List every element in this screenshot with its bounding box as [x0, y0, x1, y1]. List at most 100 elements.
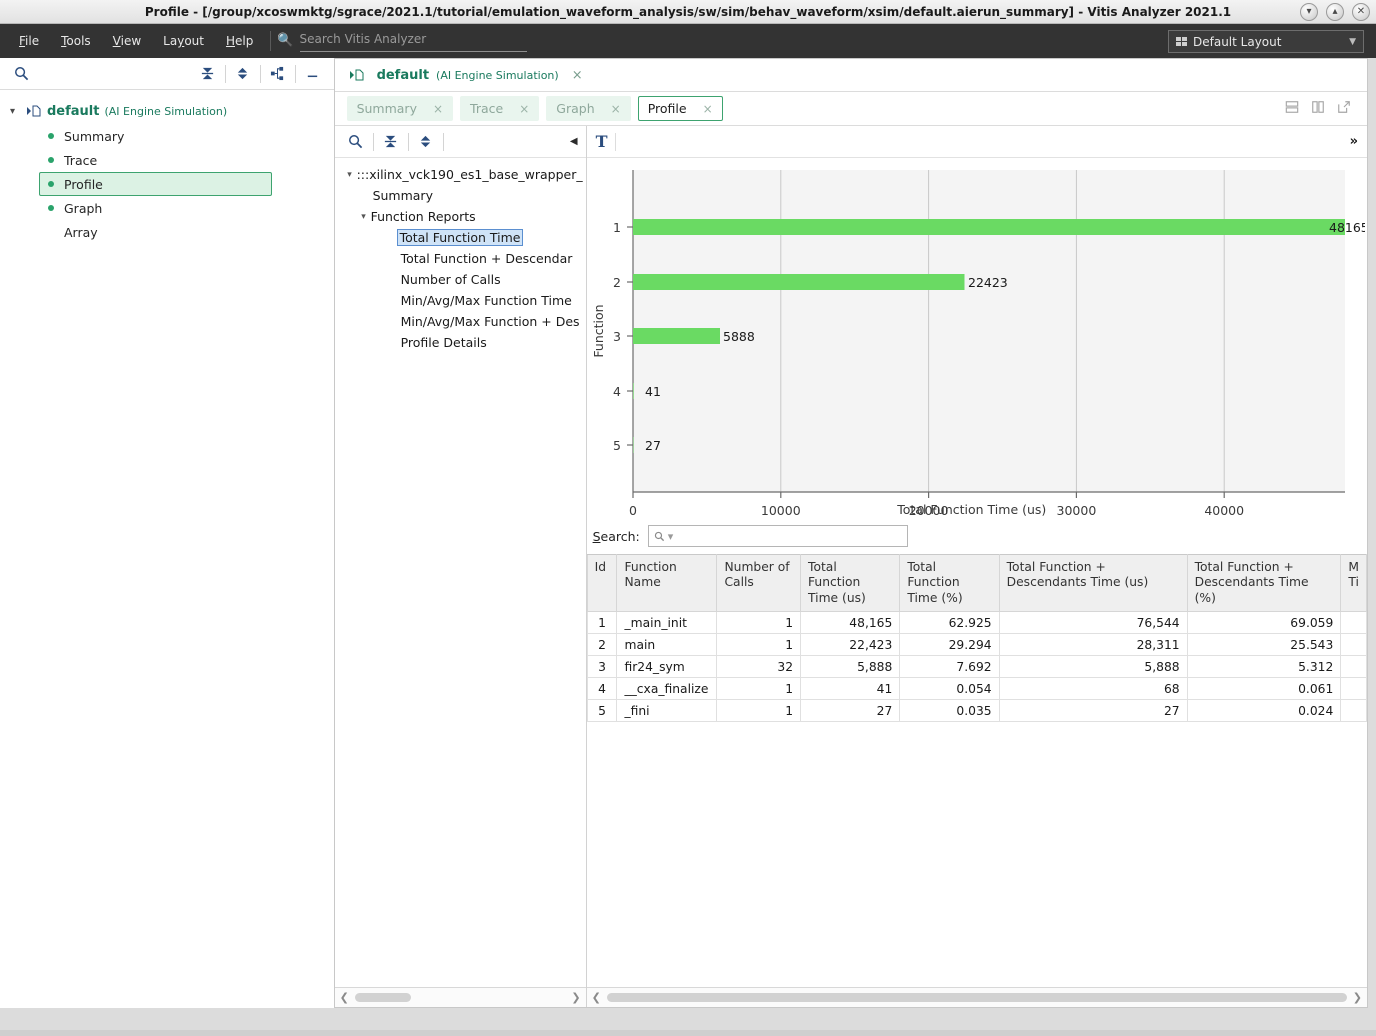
bar-3[interactable] [632, 328, 720, 344]
bullet-icon [48, 157, 54, 163]
expand-collapse-icon[interactable] [413, 130, 439, 154]
collapse-all-icon[interactable] [195, 62, 221, 86]
bar-label-3: 5888 [723, 329, 755, 344]
search-input[interactable]: Search Vitis Analyzer [299, 29, 528, 52]
tab-graph[interactable]: Graph × [546, 96, 631, 121]
chevron-down-icon[interactable]: ▾ [10, 106, 26, 117]
chevron-down-icon[interactable]: ▾ [343, 170, 357, 180]
split-vertical-icon[interactable] [1311, 100, 1325, 117]
profile-table: Id Function Name Number of Calls Total Fun… [586, 554, 1367, 723]
tree-node-summary[interactable]: Summary [335, 185, 586, 206]
close-button[interactable]: ✕ [1352, 3, 1370, 21]
layout-grid-icon [1176, 37, 1187, 46]
table-hscrollbar[interactable]: ❮ ❯ [586, 987, 1367, 1007]
layout-selector[interactable]: Default Layout ▼ [1168, 30, 1364, 53]
cell-tfd-pct: 25.543 [1186, 633, 1342, 657]
close-icon[interactable]: × [611, 102, 621, 116]
xtick-0: 0 [629, 503, 637, 518]
tree-node-function-reports[interactable]: ▾ Function Reports [335, 206, 586, 227]
hierarchy-icon[interactable] [265, 62, 291, 86]
tree-node-min-avg-max-function-time[interactable]: Min/Avg/Max Function Time [335, 290, 586, 311]
xtick-3: 30000 [1056, 503, 1096, 518]
sidebar-item-array[interactable]: Array [40, 220, 273, 244]
document-tab-default[interactable]: default (AI Engine Simulation) × [349, 68, 583, 83]
close-icon[interactable]: × [703, 102, 713, 116]
global-search[interactable]: 🔍 Search Vitis Analyzer [277, 29, 528, 54]
tab-summary[interactable]: Summary × [346, 96, 454, 121]
tab-trace[interactable]: Trace × [460, 96, 540, 121]
menu-view[interactable]: View [102, 29, 152, 53]
table-row[interactable]: 2 main 1 22,423 29.294 28,311 25.543 [586, 633, 1367, 657]
close-icon[interactable]: × [572, 68, 583, 83]
col-id[interactable]: Id [586, 554, 618, 613]
minimize-panel-icon[interactable] [300, 62, 326, 86]
table-row[interactable]: 5 _fini 1 27 0.035 27 0.024 [586, 699, 1367, 723]
cell-tft-pct: 7.692 [899, 655, 1000, 679]
menu-tools[interactable]: Tools [50, 29, 102, 53]
col-partial[interactable]: M Ti [1340, 554, 1367, 613]
col-number-of-calls[interactable]: Number of Calls [716, 554, 802, 613]
sidebar-item-trace[interactable]: Trace [40, 148, 273, 172]
bar-4[interactable] [632, 383, 634, 399]
sidebar-item-profile[interactable]: Profile [39, 172, 272, 196]
search-icon[interactable] [343, 130, 369, 154]
col-total-function-time-us[interactable]: Total Function Time (us) [800, 554, 901, 613]
col-total-function-descendants-us[interactable]: Total Function + Descendants Time (us) [998, 554, 1188, 613]
cell-tfd-us: 27 [998, 699, 1188, 723]
menu-help[interactable]: Help [215, 29, 264, 53]
title-bar: Profile - [/group/xcoswmktg/sgrace/2021.… [0, 0, 1376, 24]
tree-node-profile-details[interactable]: Profile Details [335, 332, 586, 353]
tree-node-root[interactable]: ▾ :::xilinx_vck190_es1_base_wrapper_ [335, 164, 586, 185]
tab-label: Trace [470, 101, 504, 116]
maximize-button[interactable]: ▴ [1326, 3, 1344, 21]
scroll-track[interactable] [349, 993, 572, 1002]
expand-collapse-icon[interactable] [230, 62, 256, 86]
bar-1[interactable] [632, 219, 1345, 235]
sidebar-item-label: Summary [64, 128, 125, 144]
overflow-icon[interactable]: » [1350, 134, 1358, 149]
cell-calls: 1 [716, 677, 802, 701]
close-icon[interactable]: × [433, 102, 443, 116]
scroll-right-icon[interactable]: ❯ [1353, 991, 1362, 1004]
scroll-left-icon[interactable]: ❮ [592, 991, 601, 1004]
close-icon[interactable]: × [519, 102, 529, 116]
table-search-input[interactable]: ▾ [647, 525, 908, 547]
search-icon[interactable] [8, 62, 34, 86]
ytick-2: 2 [613, 275, 621, 290]
tab-profile[interactable]: Profile × [637, 96, 723, 121]
sidebar-item-label: Array [64, 224, 98, 240]
pop-out-icon[interactable] [1337, 100, 1351, 117]
tree-node-total-function-time[interactable]: Total Function Time [335, 227, 586, 248]
tree-node-total-function-descendants[interactable]: Total Function + Descendar [335, 248, 586, 269]
table-row[interactable]: 3 fir24_sym 32 5,888 7.692 5,888 5.312 [586, 655, 1367, 679]
table-row[interactable]: 1 _main_init 1 48,165 62.925 76,544 69.0… [586, 611, 1367, 635]
collapse-all-icon[interactable] [378, 130, 404, 154]
cell-tft-pct: 0.035 [899, 699, 1000, 723]
sidebar-item-summary[interactable]: Summary [40, 124, 273, 148]
scroll-left-icon[interactable]: ❮ [340, 991, 349, 1004]
bar-2[interactable] [632, 274, 965, 290]
col-function-name[interactable]: Function Name [616, 554, 718, 613]
tree-node-number-of-calls[interactable]: Number of Calls [335, 269, 586, 290]
window-controls: ▾ ▴ ✕ [1300, 3, 1370, 21]
sidebar-item-graph[interactable]: Graph [40, 196, 273, 220]
collapse-left-icon[interactable]: ◀ [570, 136, 578, 147]
tree-node-min-avg-max-function-descendants[interactable]: Min/Avg/Max Function + Des [335, 311, 586, 332]
menu-file[interactable]: File [8, 29, 50, 53]
document-tabbar: default (AI Engine Simulation) × [334, 59, 1367, 92]
text-mode-icon[interactable]: T [596, 132, 608, 151]
col-total-function-descendants-pct[interactable]: Total Function + Descendants Time (%) [1186, 554, 1342, 613]
ytick-3: 3 [613, 329, 621, 344]
minimize-button[interactable]: ▾ [1300, 3, 1318, 21]
scroll-right-icon[interactable]: ❯ [571, 991, 580, 1004]
menu-layout[interactable]: Layout [152, 29, 215, 53]
col-total-function-time-pct[interactable]: Total Function Time (%) [899, 554, 1000, 613]
split-horizontal-icon[interactable] [1285, 100, 1299, 117]
tree-node-label: Total Function Time [396, 229, 524, 246]
chevron-down-icon[interactable]: ▾ [357, 212, 371, 222]
tab-label: Summary [356, 101, 417, 116]
table-row[interactable]: 4 __cxa_finalize 1 41 0.054 68 0.061 [586, 677, 1367, 701]
sidebar-root[interactable]: ▾ default (AI Engine Simulation) [0, 98, 334, 124]
report-tabbar: Summary × Trace × Graph × Profile × [334, 92, 1367, 126]
report-tree-hscrollbar[interactable]: ❮ ❯ [334, 987, 586, 1007]
